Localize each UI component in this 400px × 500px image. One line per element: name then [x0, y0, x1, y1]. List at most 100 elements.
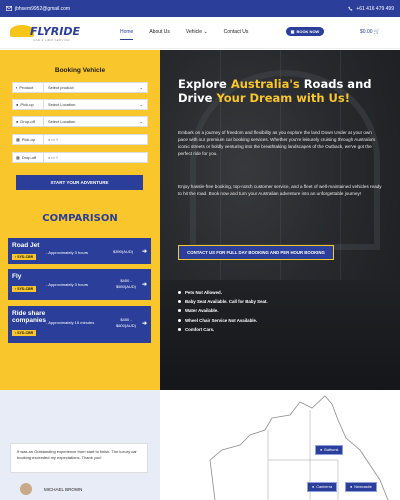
hero-title-part: Explore	[178, 77, 231, 91]
nav-item-about[interactable]: About Us	[149, 29, 170, 35]
chevron-down-icon: ⌄	[139, 119, 143, 124]
hero-title-highlight: Australia's	[230, 77, 300, 91]
envelope-icon	[6, 6, 12, 11]
pickup-date-label-text: Pick-up	[21, 137, 36, 142]
map-pin-label: Canberra	[316, 485, 333, 489]
pickup-label: ● Pick-up	[12, 99, 44, 110]
hero-title: Explore Australia's Roads and Drive Your…	[178, 77, 388, 105]
car-icon: ▪	[15, 331, 17, 335]
feature-item: Baby Seat Available. Call for Baby Seat.	[178, 299, 268, 304]
pickup-date-label: ▦ Pick-up	[12, 134, 44, 145]
cart-icon: 🛒	[373, 29, 381, 35]
site-logo[interactable]: FLYRIDE CAR & LIMO SERVICE	[10, 23, 90, 45]
book-now-button[interactable]: ▦ BOOK NOW	[286, 27, 324, 36]
car-icon: ▪	[15, 287, 17, 291]
map-pin-label: Newcastle	[354, 485, 372, 489]
dropoff-date-input[interactable]: d m Y	[44, 152, 148, 163]
nav-item-contact[interactable]: Contact Us	[224, 29, 249, 35]
location-pin-icon: ●	[312, 485, 315, 489]
testimonial-author: MICHAEL BROWN	[44, 487, 83, 492]
feature-text: Baby Seat Available. Call for Baby Seat.	[185, 299, 268, 304]
dropoff-label-text: Drop-off	[20, 119, 35, 124]
booking-title: Booking Vehicle	[54, 67, 106, 74]
logo-name: FLYRIDE	[30, 25, 80, 38]
card-title: Road Jet	[12, 242, 40, 249]
bullet-icon	[178, 291, 181, 294]
feature-item: Comfort Cars.	[178, 327, 214, 332]
hero-paragraph-2: Enjoy hassle-free booking, top-notch cus…	[178, 184, 382, 196]
testimonial-card: It was an Outstanding experience from st…	[10, 443, 148, 473]
feature-text: Pets Not Allowed.	[185, 290, 222, 295]
route-badge: ▪ SYD-CBR	[12, 286, 37, 292]
dropoff-label: ● Drop-off	[12, 116, 44, 127]
calendar-icon: ▦	[16, 155, 20, 160]
location-pin-icon: ●	[16, 119, 19, 124]
dropoff-location-value: Select Location	[48, 119, 76, 124]
route-badge: ▪ SYD-CBR	[12, 330, 37, 336]
calendar-icon: ▦	[290, 29, 295, 34]
feature-text: Wheel Chair Service Not Available.	[185, 318, 258, 323]
comparison-card-road-jet[interactable]: Road Jet ▪ SYD-CBR - Approximately 3 hour…	[8, 238, 151, 264]
pickup-row: ● Pick-up Select Location ⌄	[12, 99, 148, 110]
chevron-down-icon: ⌄	[139, 85, 143, 90]
nav-item-home[interactable]: Home	[120, 29, 134, 40]
booking-form: Booking Vehicle ▪ Product Select product ⌄…	[10, 58, 150, 206]
feature-item: Pets Not Allowed.	[178, 290, 222, 295]
bullet-icon	[178, 328, 181, 331]
logo-tagline: CAR & LIMO SERVICE	[33, 38, 70, 42]
calendar-icon: ▦	[16, 137, 20, 142]
map-pin-newcastle[interactable]: ● Newcastle	[345, 482, 377, 492]
comparison-card-ride-share[interactable]: Ride share companies ▪ SYD-CBR - Approxim…	[8, 306, 151, 343]
pickup-date-row: ▦ Pick-up d m Y	[12, 134, 148, 145]
cart-amount: $0.00	[360, 29, 373, 35]
contact-booking-button[interactable]: CONTACT US FOR FULL DAY BOOKING AND PER …	[178, 245, 334, 260]
hero-title-highlight: Your Dream with Us!	[216, 91, 350, 105]
dropoff-date-label-text: Drop-off	[21, 155, 37, 160]
dropoff-location-select[interactable]: Select Location ⌄	[44, 116, 148, 127]
pickup-location-select[interactable]: Select Location ⌄	[44, 99, 148, 110]
product-label: ▪ Product	[12, 82, 44, 93]
nav-item-vehicle-label: Vehicle	[185, 29, 203, 35]
nav-menu: Home About Us Vehicle ⌄ Contact Us	[120, 29, 249, 40]
arrow-right-icon: ➜	[142, 249, 148, 255]
contact-email[interactable]: jbhsem9952@gmail.com	[15, 6, 70, 12]
nav-item-vehicle[interactable]: Vehicle ⌄	[186, 29, 208, 35]
feature-text: Comfort Cars.	[185, 327, 215, 332]
map-pin-bathurst[interactable]: ● Bathurst	[315, 445, 344, 455]
map-pin-label: Bathurst	[324, 448, 339, 452]
feature-text: Water Available.	[185, 308, 219, 313]
car-icon: ▪	[16, 85, 18, 90]
car-icon: ▪	[15, 255, 17, 259]
comparison-card-fly[interactable]: Fly ▪ SYD-CBR - Approximately 3 hours $45…	[8, 269, 151, 300]
product-select[interactable]: Select product ⌄	[44, 82, 148, 93]
card-duration: - Approximately 3 hours	[46, 282, 89, 287]
start-adventure-button[interactable]: START YOUR ADVENTURE	[16, 175, 143, 190]
dropoff-row: ● Drop-off Select Location ⌄	[12, 116, 148, 127]
route-badge-label: SYD-CBR	[17, 287, 34, 291]
australia-map[interactable]: ● Bathurst ● Canberra ● Newcastle	[160, 390, 400, 500]
top-bar: jbhsem9952@gmail.com +61 416 479 499	[0, 0, 400, 17]
map-pin-canberra[interactable]: ● Canberra	[307, 482, 338, 492]
card-title: Ride share companies	[12, 310, 46, 324]
pickup-date-input[interactable]: d m Y	[44, 134, 148, 145]
dropoff-date-row: ▦ Drop-off d m Y	[12, 152, 148, 163]
dropoff-date-placeholder: d m Y	[48, 155, 59, 160]
product-label-text: Product	[19, 85, 34, 90]
location-pin-icon: ●	[320, 448, 323, 452]
contact-phone[interactable]: +61 416 479 499	[356, 6, 394, 12]
bullet-icon	[178, 319, 181, 322]
route-badge-label: SYD-CBR	[17, 331, 34, 335]
comparison-title: COMPARISON	[42, 213, 118, 224]
hero-paragraph-1: Embark on a journey of freedom and flexi…	[178, 130, 376, 156]
product-select-value: Select product	[48, 85, 74, 90]
dropoff-date-label: ▦ Drop-off	[12, 152, 44, 163]
card-duration: - Approximately 3 hours	[46, 250, 89, 255]
cart-total[interactable]: $0.00 🛒	[360, 29, 380, 35]
card-title: Fly	[12, 273, 22, 280]
chevron-down-icon: ⌄	[203, 29, 208, 35]
arrow-right-icon: ➜	[142, 282, 148, 288]
route-badge-label: SYD-CBR	[17, 255, 34, 259]
pickup-label-text: Pick-up	[20, 102, 34, 107]
avatar	[20, 483, 32, 495]
card-duration: - Approximately 15 minutes	[46, 320, 95, 325]
